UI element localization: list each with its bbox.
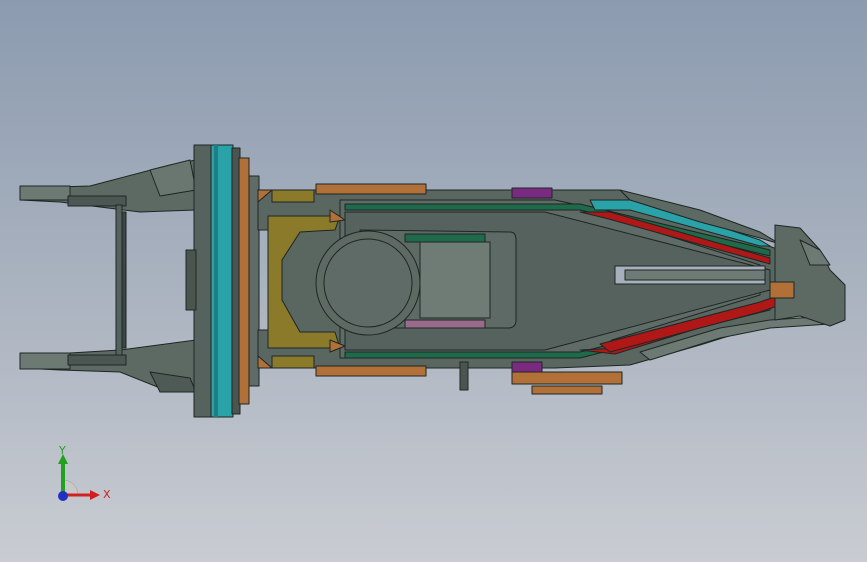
z-axis-dot — [58, 491, 68, 501]
graphics-viewport[interactable]: Y X — [0, 0, 867, 562]
cad-model-view[interactable] — [0, 0, 867, 562]
lower-bracket — [459, 361, 469, 391]
model-assembly — [19, 144, 846, 418]
nose-tip — [769, 224, 846, 327]
y-axis-label: Y — [58, 444, 66, 457]
x-axis-label: X — [103, 488, 111, 501]
coordinate-triad: Y X — [58, 444, 111, 501]
flange-disc — [185, 144, 260, 418]
x-axis-arrow — [90, 490, 100, 500]
left-fork — [19, 159, 197, 393]
